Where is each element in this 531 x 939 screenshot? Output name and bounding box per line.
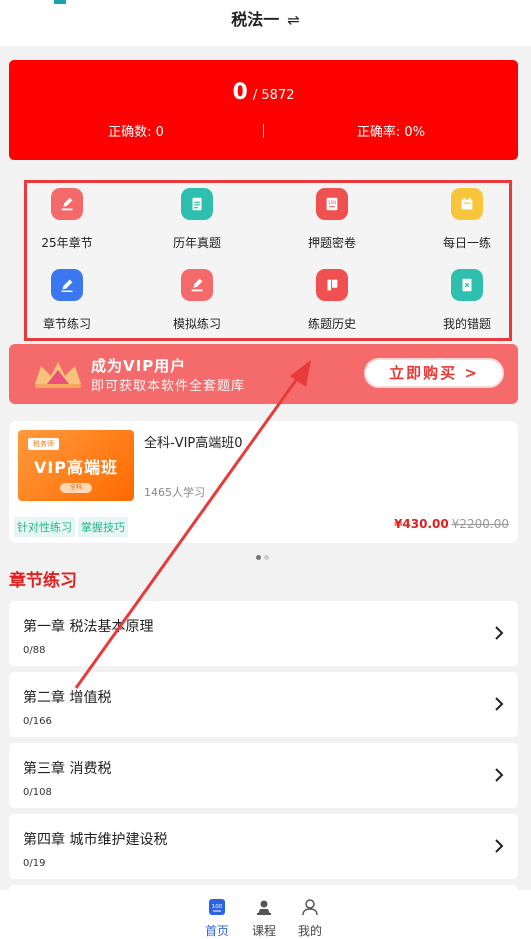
book-history-icon	[316, 269, 348, 301]
user-icon	[302, 899, 318, 916]
chevron-right-icon	[495, 768, 504, 782]
document-icon	[181, 188, 213, 220]
crown-icon	[35, 362, 81, 388]
tab-label: 我的	[297, 924, 322, 938]
vip-title: 成为VIP用户	[91, 357, 187, 375]
correct-count: 正确数: 0	[108, 125, 164, 140]
chevron-right-icon	[495, 626, 504, 640]
tab-mine[interactable]: 我的	[290, 898, 330, 939]
stats-card: 0 / 5872 正确数: 0 正确率: 0%	[9, 60, 518, 160]
grid-item-label: 练题历史	[307, 317, 356, 331]
thumbnail-pill: 全科	[60, 483, 92, 493]
page-title: 税法一	[231, 10, 280, 29]
chapter-progress: 0/108	[23, 787, 52, 798]
section-title: 章节练习	[9, 571, 77, 591]
subject-switcher[interactable]: 税法一 ⇌	[0, 6, 531, 30]
grid-item-practice-history[interactable]: 练题历史	[282, 269, 382, 332]
svg-text:100: 100	[212, 904, 223, 910]
grid-item-label: 我的错题	[442, 317, 491, 331]
grid-item-daily-practice[interactable]: 每日一练	[417, 188, 517, 251]
grid-item-past-exams[interactable]: 历年真题	[147, 188, 247, 251]
chapter-name: 第一章 税法基本原理	[23, 619, 154, 635]
pen-edit-icon	[51, 188, 83, 220]
calendar-icon	[451, 188, 483, 220]
grid-item-label: 历年真题	[172, 236, 221, 250]
course-tag: 掌握技巧	[78, 517, 128, 537]
grid-item-label: 押题密卷	[307, 236, 356, 250]
chevron-right-icon	[495, 839, 504, 853]
chapter-progress: 0/88	[23, 645, 46, 656]
tab-home[interactable]: 100 首页	[197, 898, 237, 939]
chapter-item[interactable]: 第二章 增值税 0/166	[9, 672, 518, 737]
status-mark	[54, 0, 66, 4]
grid-item-label: 每日一练	[442, 236, 491, 250]
progress-count: 0 / 5872	[9, 80, 518, 105]
chapter-item[interactable]: 第一章 税法基本原理 0/88	[9, 601, 518, 666]
course-tags: 针对性练习 掌握技巧	[14, 516, 131, 537]
chapter-name: 第四章 城市维护建设税	[23, 832, 168, 848]
chapter-list: 第一章 税法基本原理 0/88 第二章 增值税 0/166 第三章 消费税 0/…	[9, 601, 518, 939]
total-count: / 5872	[252, 88, 295, 103]
course-name: 全科-VIP高端班0	[144, 436, 243, 451]
buy-now-button[interactable]: 立即购买 >	[364, 358, 504, 388]
grid-item-mock-practice[interactable]: 模拟练习	[147, 269, 247, 332]
grid-item-label: 模拟练习	[172, 317, 221, 331]
carousel-dot	[264, 555, 269, 560]
correct-rate: 正确率: 0%	[356, 125, 426, 140]
vip-subtitle: 即可获取本软件全套题库	[91, 379, 246, 394]
swap-icon[interactable]: ⇌	[287, 11, 300, 29]
current-price: ¥430.00	[394, 517, 449, 531]
grid-item-predicted-papers[interactable]: 100 押题密卷	[282, 188, 382, 251]
chevron-right-icon	[495, 697, 504, 711]
course-price: ¥430.00 ¥2200.00	[394, 517, 509, 531]
answered-count: 0	[232, 80, 248, 105]
chapter-progress: 0/19	[23, 858, 46, 869]
tab-label: 首页	[204, 924, 229, 938]
pencil-icon	[51, 269, 83, 301]
grid-item-25-chapters[interactable]: 25年章节	[17, 188, 117, 251]
grid-item-label: 章节练习	[42, 317, 91, 331]
chapter-progress: 0/166	[23, 716, 52, 727]
carousel-indicator	[256, 545, 272, 564]
learner-count: 1465人学习	[144, 486, 205, 499]
score-100-icon: 100	[316, 188, 348, 220]
grid-item-chapter-practice[interactable]: 章节练习	[17, 269, 117, 332]
bottom-tab-bar: 100 首页 课程 我的	[0, 890, 531, 939]
course-thumbnail: 税务师 VIP高端班 全科	[18, 430, 134, 501]
svg-text:100: 100	[328, 200, 337, 206]
thumbnail-title: VIP高端班	[33, 458, 119, 477]
grid-item-label: 25年章节	[41, 236, 93, 250]
course-card[interactable]: 税务师 VIP高端班 全科 全科-VIP高端班0 1465人学习 针对性练习 掌握…	[9, 421, 518, 543]
chapter-name: 第三章 消费税	[23, 761, 112, 777]
chapter-item[interactable]: 第三章 消费税 0/108	[9, 743, 518, 808]
top-bar: 税法一 ⇌	[0, 0, 531, 46]
home-100-icon: 100	[209, 899, 225, 915]
tab-course[interactable]: 课程	[244, 898, 284, 939]
feature-grid: 25年章节 历年真题 100 押题密卷 每日一练 章节练习 模拟练习 练题历史 …	[24, 180, 512, 341]
course-icon	[257, 900, 271, 915]
thumbnail-tag: 税务师	[28, 438, 59, 450]
grid-item-wrong-answers[interactable]: 我的错题	[417, 269, 517, 332]
chapter-item[interactable]: 第四章 城市维护建设税 0/19	[9, 814, 518, 879]
chapter-name: 第二章 增值税	[23, 690, 112, 706]
original-price: ¥2200.00	[451, 517, 509, 531]
carousel-dot-active	[256, 555, 261, 560]
pen-edit-icon	[181, 269, 213, 301]
error-book-icon	[451, 269, 483, 301]
tab-label: 课程	[251, 924, 276, 938]
course-tag: 针对性练习	[14, 517, 75, 537]
vip-banner[interactable]: 成为VIP用户 即可获取本软件全套题库 立即购买 >	[9, 344, 518, 404]
